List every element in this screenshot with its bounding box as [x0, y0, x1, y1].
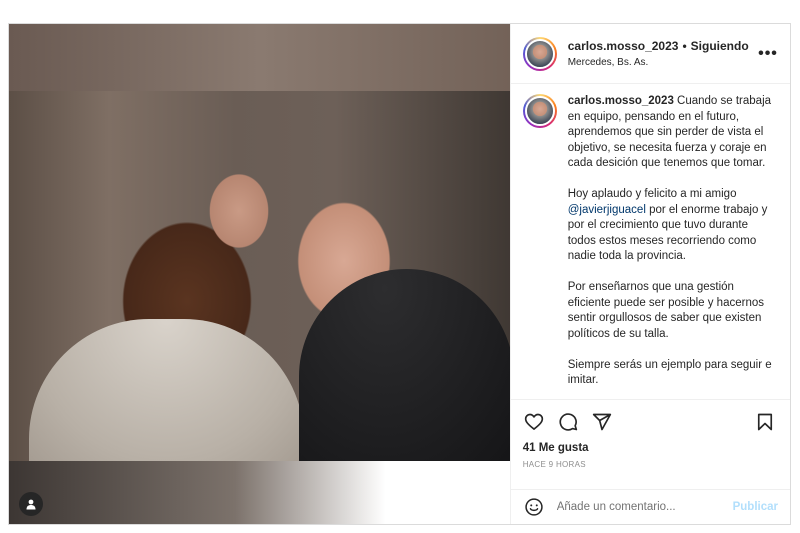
action-bar	[523, 410, 776, 434]
user-tag-button[interactable]	[19, 492, 43, 516]
emoji-icon	[525, 498, 543, 516]
share-button[interactable]	[591, 411, 613, 433]
comment-icon	[559, 413, 577, 431]
more-icon[interactable]: •••	[758, 45, 778, 62]
username-link[interactable]: carlos.mosso_2023	[568, 39, 679, 53]
mention-link[interactable]: @javierjiguacel	[568, 204, 646, 216]
post-timestamp[interactable]: HACE 9 HORAS	[523, 460, 776, 469]
separator-dot: •	[682, 39, 687, 53]
avatar-image	[524, 38, 555, 69]
post-media[interactable]	[9, 24, 510, 524]
media-blur-top	[9, 24, 510, 91]
user-tag-icon	[26, 499, 36, 510]
like-button[interactable]	[523, 411, 545, 433]
header-text: carlos.mosso_2023 • Siguiendo Mercedes, Bs…	[568, 39, 758, 68]
caption-paragraph-1: carlos.mosso_2023 Cuando se trabaja en e…	[568, 94, 773, 172]
caption-avatar[interactable]	[522, 94, 557, 128]
likes-count[interactable]: 41 Me gusta	[523, 442, 776, 454]
publish-button[interactable]: Publicar	[733, 501, 778, 513]
location-link[interactable]: Mercedes, Bs. As.	[568, 57, 758, 68]
share-icon	[592, 413, 611, 431]
caption-paragraph-3: Por enseñarnos que una gestión eficiente…	[567, 281, 764, 340]
caption-paragraph-4: Siempre serás un ejemplo para seguir e i…	[567, 358, 772, 387]
media-blur-bottom	[9, 461, 510, 524]
caption-avatar-image	[524, 96, 555, 126]
caption-username[interactable]: carlos.mosso_2023	[568, 95, 674, 107]
caption-text-2a: Hoy aplaudo y felicito a mi amigo	[567, 188, 737, 200]
post-header: carlos.mosso_2023 • Siguiendo Mercedes, Bs…	[510, 24, 790, 84]
heart-icon	[524, 413, 543, 430]
caption-paragraph-2: Hoy aplaudo y felicito a mi amigo @javie…	[568, 187, 773, 265]
comment-input[interactable]	[556, 501, 733, 513]
action-bar-left	[523, 411, 754, 433]
emoji-button[interactable]	[523, 496, 545, 518]
follow-status-button[interactable]: Siguiendo	[691, 39, 749, 53]
avatar[interactable]	[522, 36, 557, 71]
instagram-post: carlos.mosso_2023 • Siguiendo Mercedes, Bs…	[8, 23, 791, 525]
post-sidebar: carlos.mosso_2023 • Siguiendo Mercedes, Bs…	[509, 24, 790, 524]
bookmark-icon	[757, 413, 773, 431]
caption-text: carlos.mosso_2023 Cuando se trabaja en e…	[568, 94, 773, 399]
actions-section: 41 Me gusta HACE 9 HORAS	[510, 399, 790, 489]
comment-button[interactable]	[557, 411, 579, 433]
save-button[interactable]	[754, 411, 776, 433]
comment-bar: Publicar	[510, 489, 790, 524]
caption-area: carlos.mosso_2023 Cuando se trabaja en e…	[511, 84, 790, 399]
header-username-line: carlos.mosso_2023 • Siguiendo	[568, 39, 758, 53]
